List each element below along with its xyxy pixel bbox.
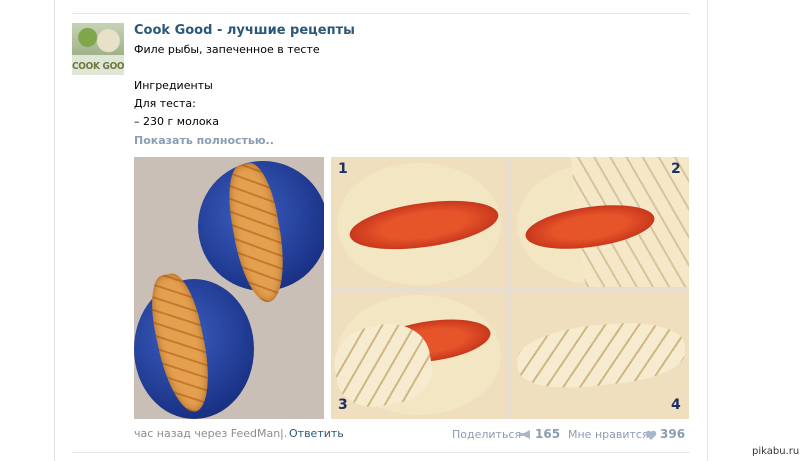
step-2-panel	[511, 157, 689, 287]
heart-icon[interactable]	[645, 430, 657, 441]
page-border-right	[707, 0, 708, 461]
step-number-1: 1	[338, 161, 348, 177]
step-4-braid	[514, 316, 688, 394]
like-button[interactable]: Мне нравится	[568, 428, 649, 441]
post-text-ingredients: Ингредиенты	[134, 79, 213, 92]
step-4-panel	[511, 291, 689, 419]
step-number-3: 3	[338, 397, 348, 413]
share-button[interactable]: Поделиться	[452, 428, 521, 441]
step-3-panel	[331, 291, 507, 419]
post-text-title: Филе рыбы, запеченное в тесте	[134, 43, 320, 56]
site-watermark: pikabu.ru	[752, 446, 800, 457]
step-1-panel	[331, 157, 507, 287]
post-text-milk: – 230 г молока	[134, 115, 219, 128]
page-border-left	[54, 0, 55, 461]
post-text-dough: Для теста:	[134, 97, 196, 110]
post-separator-top	[72, 13, 690, 14]
post-time-link[interactable]: час назад через FeedMan..	[134, 427, 287, 440]
reply-link[interactable]: Ответить	[289, 427, 344, 440]
post-author-link[interactable]: Cook Good - лучшие рецепты	[134, 23, 355, 38]
share-megaphone-icon[interactable]	[519, 429, 532, 440]
footer-separator: |	[280, 427, 284, 440]
avatar-brand-text: COOK GOOD	[72, 61, 124, 72]
post-separator-bottom	[72, 452, 690, 453]
share-count: 165	[535, 427, 561, 441]
step-number-2: 2	[671, 161, 681, 177]
step-number-4: 4	[671, 397, 681, 413]
like-count: 396	[660, 427, 686, 441]
post-photo-steps[interactable]: 1 2 3 4	[331, 157, 689, 419]
post-photo-finished-dish[interactable]	[134, 157, 324, 419]
avatar-food-image	[72, 23, 124, 55]
author-avatar[interactable]: COOK GOOD	[72, 23, 124, 75]
show-more-link[interactable]: Показать полностью..	[134, 134, 274, 147]
